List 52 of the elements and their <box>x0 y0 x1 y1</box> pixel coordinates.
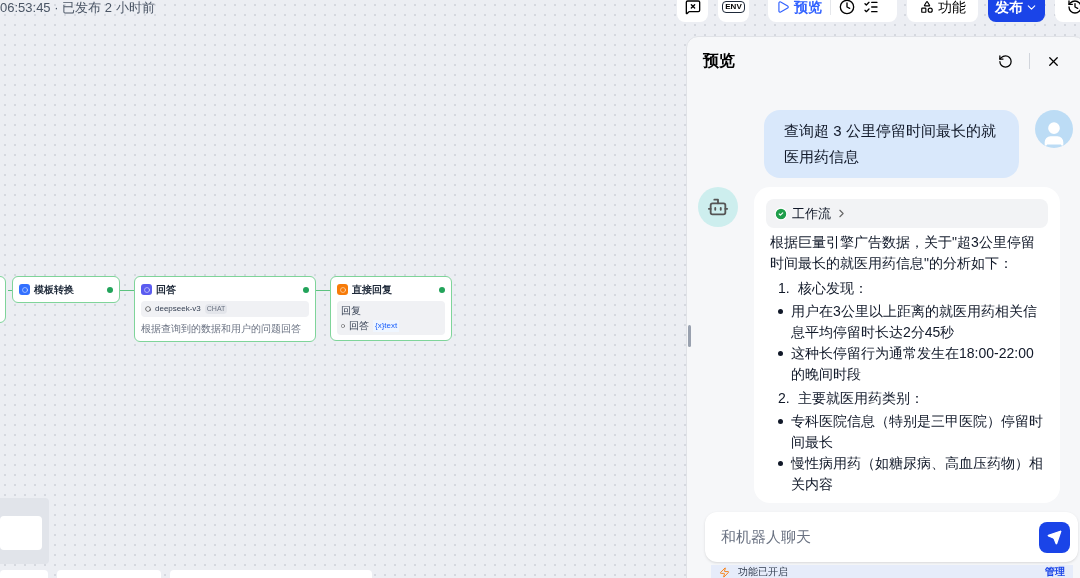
panel-title: 预览 <box>703 51 736 71</box>
list-number: 1. <box>778 279 790 298</box>
panel-field <box>0 516 42 550</box>
bullet-icon <box>778 309 783 314</box>
node-description: 根据查询到的数据和用户的问题回答 <box>141 322 302 336</box>
publish-status: 06:53:45 · 已发布 2 小时前 <box>0 0 155 16</box>
bullet-text: 慢性病用药（如糖尿病、高血压药物）相关内容 <box>791 454 1044 494</box>
preview-button[interactable]: 预览 <box>776 0 822 18</box>
node-title: 回答 <box>156 283 176 297</box>
model-icon <box>145 306 151 312</box>
list-number: 2. <box>778 389 790 408</box>
shapes-icon <box>919 0 934 14</box>
refresh-icon[interactable] <box>998 53 1013 69</box>
play-icon <box>776 0 790 14</box>
manage-link[interactable]: 管理 <box>1045 566 1065 578</box>
bullet-icon <box>778 461 783 466</box>
node-title: 直接回复 <box>352 283 392 297</box>
bullet-icon <box>778 351 783 356</box>
bullet-text: 专科医院信息（特别是三甲医院）停留时间最长 <box>791 412 1044 452</box>
answer-intro: 根据巨量引擎广告数据，关于"超3公里停留时间最长的就医用药信息"的分析如下： <box>769 233 1036 273</box>
user-message: 查询超 3 公里停留时间最长的就医用药信息 <box>764 110 1019 178</box>
feature-status-text: 功能已开启 <box>738 566 789 578</box>
workflow-chip[interactable]: 工作流 <box>766 199 1048 228</box>
variable-icon <box>341 323 345 328</box>
bullet-text: 用户在3公里以上距离的就医用药相关信息平均停留时长达2分45秒 <box>791 302 1038 342</box>
chat-input-box[interactable]: 和机器人聊天 <box>705 512 1078 562</box>
features-button[interactable]: 功能 <box>907 0 978 22</box>
feature-icon <box>719 566 730 578</box>
field-label: 回复 <box>341 304 362 318</box>
env-button[interactable]: ENV <box>718 0 749 22</box>
user-avatar <box>1035 110 1073 148</box>
resize-handle[interactable] <box>688 325 691 347</box>
workflow-node[interactable]: 直接回复 回复 回答 {x}text <box>330 276 452 341</box>
node-title: 模板转换 <box>34 283 74 297</box>
history-run-icon[interactable] <box>839 0 855 15</box>
history-icon <box>1067 0 1080 15</box>
send-button[interactable] <box>1039 521 1070 553</box>
bullet-icon <box>778 419 783 424</box>
list-heading: 核心发现： <box>797 279 868 298</box>
chat-input[interactable]: 和机器人聊天 <box>721 525 1039 549</box>
comment-icon-button[interactable] <box>677 0 708 22</box>
variable-source: 回答 <box>349 319 369 333</box>
model-name: deepseek-v3 <box>155 303 201 315</box>
bot-avatar <box>698 187 738 227</box>
send-icon <box>1047 529 1062 545</box>
list-heading: 主要就医用药类别： <box>797 389 924 408</box>
publish-button[interactable]: 发布 <box>988 0 1045 22</box>
comment-x-icon <box>684 0 701 15</box>
workflow-node[interactable]: 模板转换 <box>12 276 120 303</box>
bullet-text: 这种长停留行为通常发生在18:00-22:00的晚间时段 <box>791 344 1035 384</box>
variable-name: {x}text <box>373 319 400 332</box>
checklist-icon[interactable] <box>863 0 879 15</box>
